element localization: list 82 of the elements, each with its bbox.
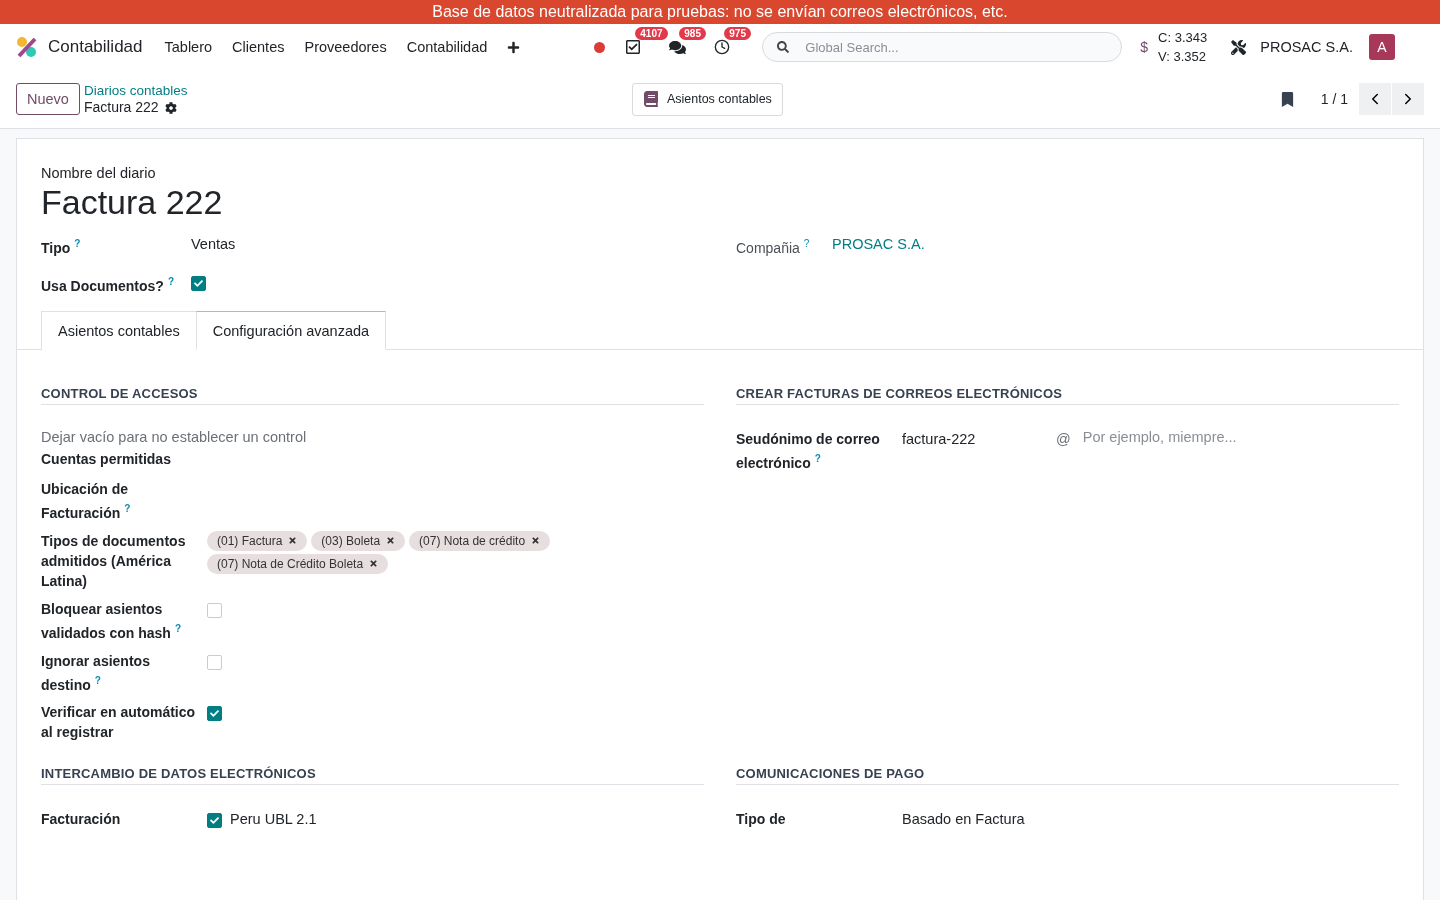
app-name[interactable]: Contabilidad [48, 37, 143, 57]
breadcrumb-link[interactable]: Diarios contables [83, 82, 632, 99]
count-badge: 975 [724, 27, 751, 40]
field-label: Nombre del diario [41, 165, 157, 181]
tab[interactable]: Configuración avanzada [195, 311, 387, 351]
field-label: Facturación [41, 810, 122, 830]
tag: (07) Nota de crédito [409, 530, 551, 551]
chat-icon[interactable] [669, 38, 687, 56]
exchange-rate: V: 3.352 [1158, 48, 1208, 66]
field-label: Cuentas permitidas [41, 450, 172, 470]
field-label: Tipos de documentos admitidos (América Latina) [41, 531, 187, 591]
help-mark[interactable]: ? [167, 275, 175, 287]
tools-icon[interactable] [1231, 39, 1247, 55]
clock-icon[interactable] [714, 39, 731, 55]
remove-icon[interactable] [288, 536, 298, 546]
search-icon [777, 41, 790, 53]
field-label: Ubicación de Facturación $^{?}$ [41, 480, 132, 523]
help-mark[interactable]: ? [174, 622, 182, 634]
field-value: Ventas [191, 235, 237, 254]
new-button[interactable]: Nuevo [16, 83, 80, 115]
section-title: INTERCAMBIO DE DATOS ELECTRÓNICOS [41, 766, 704, 786]
search-input[interactable]: Global Search... [803, 38, 1108, 56]
field-label: Usa Documentos? $^{?}$ [41, 274, 176, 296]
tab[interactable]: Asientos contables [41, 311, 196, 351]
checkbox[interactable] [207, 706, 222, 722]
remove-icon[interactable] [369, 559, 379, 569]
remove-icon[interactable] [531, 536, 541, 546]
help-mark[interactable]: ? [94, 674, 101, 686]
check-icon [210, 709, 219, 719]
at-sign: @ [1056, 430, 1071, 450]
currency-sign: $ [1140, 39, 1149, 55]
smart-button[interactable]: Asientos contables [631, 82, 783, 116]
menu-item[interactable]: Proveedores [294, 39, 397, 55]
settings-icon[interactable] [164, 101, 177, 114]
checkbox[interactable] [207, 654, 222, 670]
check-icon [210, 816, 219, 826]
company-link[interactable]: PROSAC S.A. [832, 234, 1399, 255]
app-logo-icon[interactable] [16, 36, 38, 58]
help-mark[interactable]: ? [124, 503, 131, 515]
check-icon [194, 278, 203, 288]
tag: (03) Boleta [311, 530, 406, 551]
section-title: CONTROL DE ACCESOS [41, 386, 704, 406]
test-banner: Base de datos neutralizada para pruebas: no se envían correos electrónicos, etc. [0, 0, 1440, 24]
field-label: Bloquear asientos validados con hash $^{?}$ [41, 599, 183, 643]
field-label: Seudónimo de correo electrónico $^{?}$ [736, 430, 881, 473]
book-icon [642, 91, 659, 107]
field-label: Compañia $^{?}$ [736, 237, 811, 258]
section-title: CREAR FACTURAS DE CORREOS ELECTRÓNICOS [736, 386, 1399, 406]
record-name: Factura 222 [83, 99, 159, 116]
exchange-rate: C: 3.343 [1158, 29, 1208, 47]
field-value: Peru UBL 2.1 [230, 810, 317, 830]
field-value: factura-222 [902, 430, 977, 450]
journal-name[interactable]: Factura 222 [41, 183, 1399, 222]
field-value: Basado en Factura [902, 810, 1026, 830]
pager-value: 1 / 1 [1320, 91, 1348, 107]
status-dot-icon[interactable] [594, 41, 606, 53]
user-avatar[interactable]: A [1368, 34, 1395, 60]
checkbox[interactable] [191, 275, 206, 291]
help-mark[interactable]: ? [803, 238, 810, 249]
count-badge: 985 [679, 26, 706, 40]
section-title: COMUNICACIONES DE PAGO [736, 766, 1399, 786]
tag: (01) Factura [207, 530, 308, 551]
remove-icon[interactable] [386, 536, 396, 546]
field-label: Verificar en automático al registrar [41, 703, 197, 743]
bookmark-icon[interactable] [1279, 91, 1295, 107]
plus-icon[interactable] [507, 40, 521, 54]
field-label: Tipo $^{?}$ [41, 237, 82, 258]
field-label: Tipo de [736, 810, 787, 830]
checkbox[interactable] [207, 602, 222, 618]
field-label: Ignorar asientos destino $^{?}$ [41, 651, 151, 695]
checkbox[interactable] [207, 813, 222, 829]
count-badge: 4107 [635, 27, 668, 40]
menu-item[interactable]: Contabilidad [396, 39, 498, 55]
tag: (07) Nota de Crédito Boleta [207, 553, 389, 574]
menu-item[interactable]: Tablero [154, 39, 223, 55]
help-mark[interactable]: ? [74, 238, 81, 249]
menu-item[interactable]: Clientes [222, 39, 295, 55]
checkbox-icon[interactable] [625, 39, 642, 55]
help-mark[interactable]: ? [814, 453, 821, 465]
company-name[interactable]: PROSAC S.A. [1260, 39, 1353, 55]
search-field[interactable]: Global Search... [762, 32, 1123, 62]
help-text: Dejar vacío para no establecer un control [41, 429, 308, 446]
